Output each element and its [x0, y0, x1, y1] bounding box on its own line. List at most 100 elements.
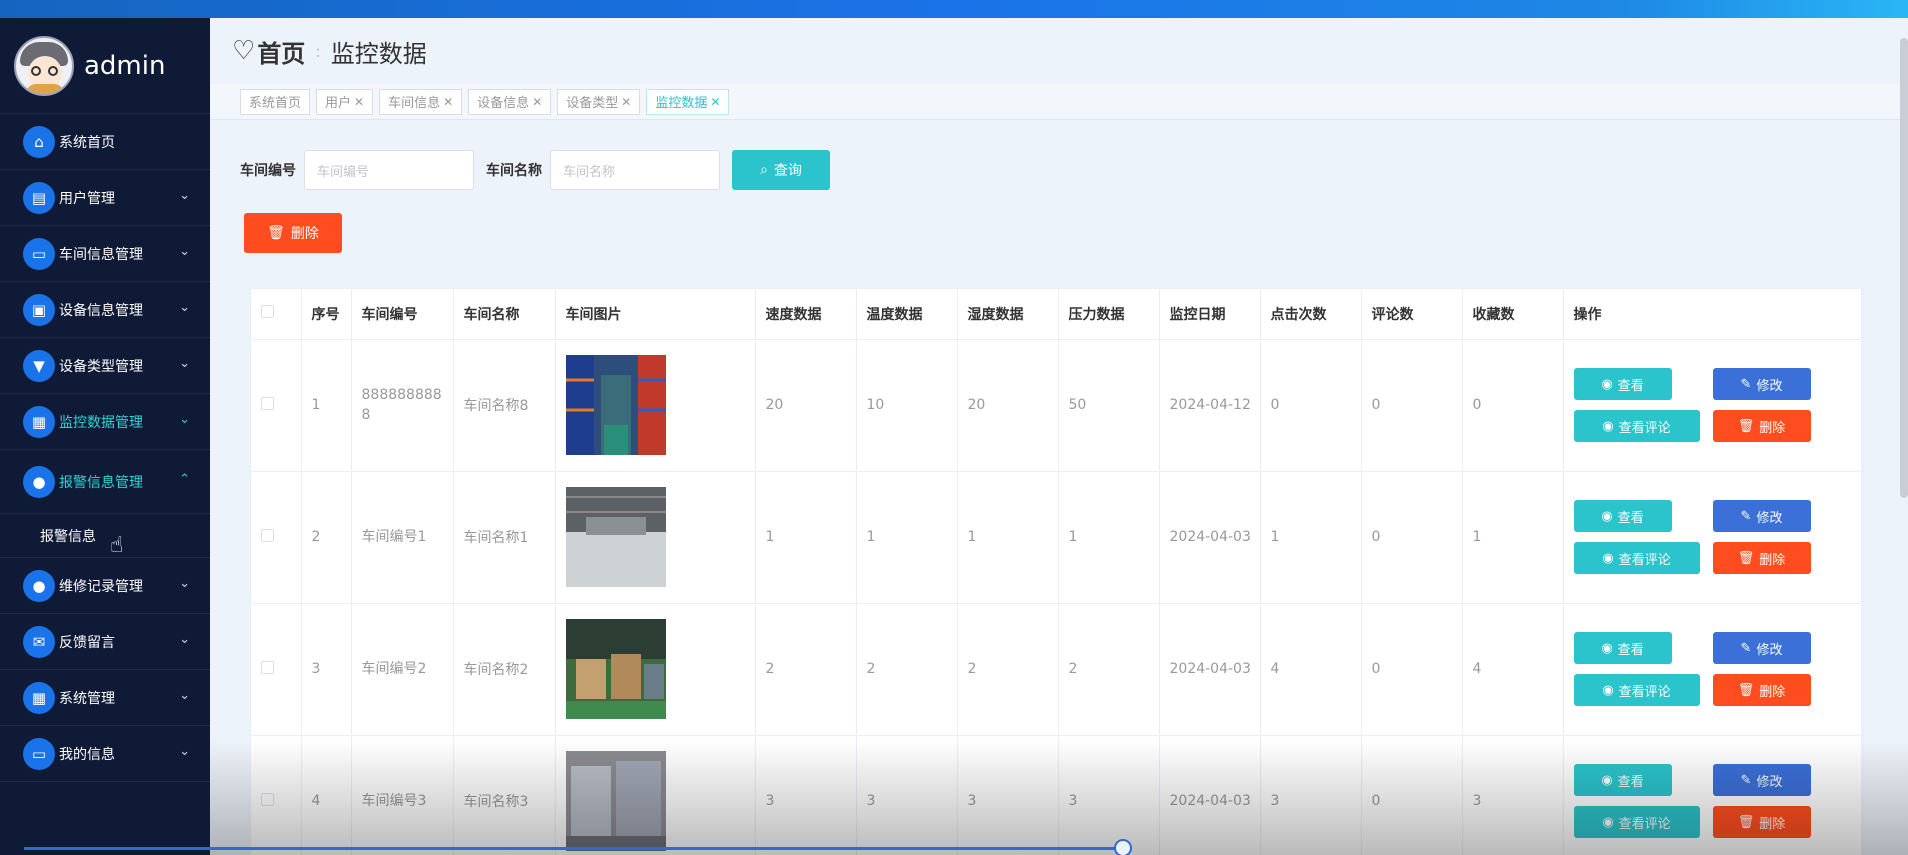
tab-device[interactable]: 设备信息 ✕ [468, 88, 552, 115]
tab-workshop[interactable]: 车间信息 ✕ [379, 88, 463, 115]
edit-button[interactable]: ✎ 修改 [1712, 500, 1811, 532]
row-checkbox[interactable] [261, 792, 274, 806]
page-header: ♡ 首页 : 监控数据 [210, 18, 1908, 84]
top-accent-bar [0, 0, 1908, 18]
vertical-scrollbar[interactable] [1900, 38, 1908, 498]
workshop-image[interactable] [565, 751, 666, 851]
workshop-image[interactable] [565, 619, 666, 719]
tab-home[interactable]: 系统首页 [240, 88, 311, 115]
user-profile[interactable]: admin [0, 18, 210, 114]
sidebar-item-alarm[interactable]: ● 报警信息管理 ⌃ [0, 450, 210, 514]
tab-device-type[interactable]: 设备类型 ✕ [557, 88, 641, 115]
batch-delete-button[interactable]: 🗑 删除 [244, 213, 342, 253]
cell-workshop-code: 车间编号1 [351, 471, 454, 604]
table-header-row: 序号 车间编号 车间名称 车间图片 速度数据 温度数据 湿度数据 压力数据 监控… [251, 289, 1864, 340]
workshop-image[interactable] [565, 355, 666, 455]
sidebar-item-label: 监控数据管理 [59, 414, 143, 431]
row-checkbox[interactable] [261, 660, 274, 674]
cell-temperature: 10 [856, 339, 958, 472]
cell-monitor-date: 2024-04-03 [1159, 735, 1261, 855]
sidebar-item-label: 设备信息管理 [59, 302, 143, 319]
search-form: 车间编号 车间编号 车间名称 车间名称 ⌕ 查询 [240, 150, 830, 190]
close-icon[interactable]: ✕ [443, 95, 453, 109]
sidebar-subitem-alarm-info[interactable]: 报警信息 [0, 514, 210, 558]
workshop-name-label: 车间名称 [486, 163, 542, 179]
cell-clicks: 1 [1260, 471, 1362, 604]
eye-icon: ◉ [1602, 418, 1614, 434]
tab-monitor[interactable]: 监控数据 ✕ [646, 88, 730, 115]
avatar [14, 35, 74, 96]
video-progress-handle[interactable] [1114, 839, 1132, 855]
chevron-down-icon: ⌄ [179, 244, 190, 259]
select-all-cell[interactable] [251, 289, 302, 340]
sidebar-item-label: 用户管理 [59, 190, 115, 207]
view-comments-button[interactable]: ◉ 查看评论 [1573, 410, 1700, 442]
edit-button[interactable]: ✎ 修改 [1712, 632, 1811, 664]
view-comments-button[interactable]: ◉ 查看评论 [1573, 674, 1700, 706]
monitor-icon: ▭ [23, 237, 55, 270]
view-button[interactable]: ◉ 查看 [1573, 500, 1672, 532]
cell-comments: 0 [1361, 339, 1463, 472]
cell-workshop-name: 车间名称8 [453, 339, 556, 472]
sidebar-item-monitor[interactable]: ▦ 监控数据管理 ⌄ [0, 394, 210, 450]
trash-icon: 🗑 [1737, 814, 1755, 830]
sidebar-item-repair[interactable]: ● 维修记录管理 ⌄ [0, 558, 210, 614]
workshop-code-input[interactable]: 车间编号 [304, 150, 474, 190]
sidebar-item-device-type[interactable]: ▼ 设备类型管理 ⌄ [0, 338, 210, 394]
sidebar-item-my-info[interactable]: ▭ 我的信息 ⌄ [0, 726, 210, 782]
sidebar-item-system[interactable]: ▦ 系统管理 ⌄ [0, 670, 210, 726]
search-icon: ⌕ [760, 162, 768, 178]
row-checkbox[interactable] [261, 528, 274, 542]
row-checkbox[interactable] [261, 396, 274, 410]
sidebar-item-users[interactable]: ▤ 用户管理 ⌄ [0, 170, 210, 226]
view-comments-button[interactable]: ◉ 查看评论 [1573, 806, 1700, 838]
cell-workshop-image [555, 471, 756, 604]
cell-comments: 0 [1361, 471, 1463, 604]
edit-button[interactable]: ✎ 修改 [1712, 764, 1811, 796]
person-icon: ● [23, 465, 55, 498]
delete-button[interactable]: 🗑 删除 [1712, 674, 1811, 706]
sidebar-item-home[interactable]: ⌂ 系统首页 [0, 114, 210, 170]
sidebar-item-feedback[interactable]: ✉ 反馈留言 ⌄ [0, 614, 210, 670]
edit-button[interactable]: ✎ 修改 [1712, 368, 1811, 400]
delete-button[interactable]: 🗑 删除 [1712, 806, 1811, 838]
close-icon[interactable]: ✕ [621, 95, 631, 109]
row-select-cell[interactable] [251, 735, 302, 855]
pin-icon: ▼ [23, 349, 55, 382]
row-select-cell[interactable] [251, 471, 302, 604]
sidebar-item-device[interactable]: ▣ 设备信息管理 ⌄ [0, 282, 210, 338]
eye-icon: ◉ [1601, 640, 1613, 656]
cell-temperature: 2 [856, 603, 958, 736]
delete-button[interactable]: 🗑 删除 [1712, 410, 1811, 442]
cell-speed: 1 [755, 471, 857, 604]
view-comments-button[interactable]: ◉ 查看评论 [1573, 542, 1700, 574]
cell-humidity: 2 [957, 603, 1059, 736]
column-header: 车间名称 [453, 289, 556, 340]
chevron-down-icon: ⌄ [179, 188, 190, 203]
eye-icon: ◉ [1601, 376, 1613, 392]
cell-clicks: 0 [1260, 339, 1362, 472]
sidebar: admin ⌂ 系统首页 ▤ 用户管理 ⌄ ▭ 车间信息管理 ⌄ ▣ 设备信息管… [0, 18, 210, 855]
row-select-cell[interactable] [251, 339, 302, 472]
delete-button[interactable]: 🗑 删除 [1712, 542, 1811, 574]
select-all-checkbox[interactable] [261, 305, 274, 319]
video-progress-bar[interactable] [24, 847, 1124, 850]
workshop-image[interactable] [565, 487, 666, 587]
cell-no: 1 [301, 339, 352, 472]
sidebar-item-workshop[interactable]: ▭ 车间信息管理 ⌄ [0, 226, 210, 282]
workshop-name-input[interactable]: 车间名称 [550, 150, 720, 190]
close-icon[interactable]: ✕ [354, 95, 364, 109]
query-button[interactable]: ⌕ 查询 [732, 150, 830, 190]
view-button[interactable]: ◉ 查看 [1573, 764, 1672, 796]
view-button[interactable]: ◉ 查看 [1573, 368, 1672, 400]
breadcrumb-home[interactable]: 首页 [257, 34, 305, 69]
cell-clicks: 3 [1260, 735, 1362, 855]
row-select-cell[interactable] [251, 603, 302, 736]
close-icon[interactable]: ✕ [532, 95, 542, 109]
sidebar-item-label: 我的信息 [59, 746, 115, 763]
view-button[interactable]: ◉ 查看 [1573, 632, 1672, 664]
grid-icon: ▦ [23, 681, 55, 714]
tab-users[interactable]: 用户 ✕ [316, 88, 374, 115]
column-header: 收藏数 [1462, 289, 1564, 340]
close-icon[interactable]: ✕ [710, 95, 720, 109]
